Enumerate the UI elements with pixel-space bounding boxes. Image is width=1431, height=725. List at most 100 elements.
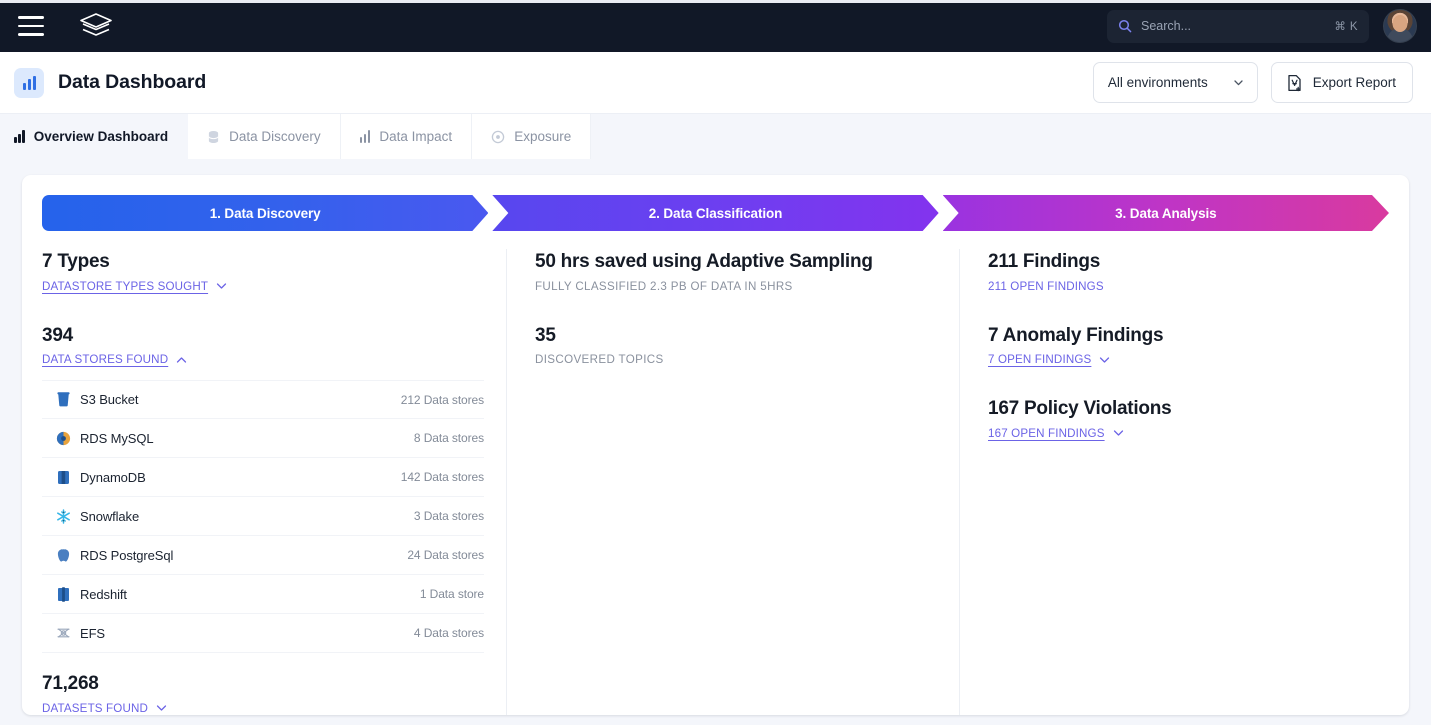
search-icon [1118,19,1132,33]
pipeline-stepper: 1. Data Discovery 2. Data Classification… [42,195,1389,231]
metric-discovered-topics: 35 DISCOVERED TOPICS [535,323,937,367]
data-stores-found-link[interactable]: DATA STORES FOUND [42,353,168,366]
metric-anomaly-findings: 7 Anomaly Findings 7 OPEN FINDINGS [988,323,1367,367]
datastore-types-sought-link[interactable]: DATASTORE TYPES SOUGHT [42,280,208,293]
dashboard-card: 1. Data Discovery 2. Data Classification… [22,175,1409,715]
pipeline-step-data-analysis[interactable]: 3. Data Analysis [943,195,1389,231]
metric-sub-row: FULLY CLASSIFIED 2.3 PB OF DATA IN 5HRS [535,280,937,293]
metric-findings: 211 Findings 211 OPEN FINDINGS [988,249,1367,293]
snowflake-icon [52,509,74,524]
table-row[interactable]: EFS 4 Data stores [42,614,484,654]
export-report-label: Export Report [1312,75,1396,90]
eye-target-icon [491,130,505,143]
metric-value: 35 [535,324,556,346]
datastore-count: 24 Data stores [407,548,484,563]
pipeline-step-data-discovery[interactable]: 1. Data Discovery [42,195,488,231]
rds-mysql-icon [52,431,74,446]
layers-logo-icon[interactable] [78,11,114,41]
metric-sub-row: DISCOVERED TOPICS [535,353,937,366]
chevron-down-icon[interactable] [1099,356,1110,364]
pipeline-step-label: 1. Data Discovery [209,205,321,221]
metric-value: 71,268 [42,673,99,695]
environment-select-value: All environments [1107,75,1208,90]
datastore-name: Redshift [80,586,127,602]
tab-data-impact[interactable]: Data Impact [340,114,473,159]
open-findings-link[interactable]: 211 OPEN FINDINGS [988,280,1104,293]
metric-hours-saved: 50 hrs saved using Adaptive Sampling FUL… [535,249,937,293]
metric-value: 394 [42,324,73,346]
tab-label: Overview Dashboard [33,129,169,144]
metric-link-row[interactable]: DATASETS FOUND [42,702,484,715]
tab-label: Data Discovery [229,129,321,144]
datasets-found-link[interactable]: DATASETS FOUND [42,702,148,715]
metric-subtitle: FULLY CLASSIFIED 2.3 PB OF DATA IN 5HRS [535,279,793,293]
user-avatar[interactable] [1383,9,1417,43]
tab-bar: Overview Dashboard Data Discovery Data I… [0,114,1431,159]
dynamodb-icon [52,470,74,485]
pipeline-step-label: 3. Data Analysis [1115,205,1217,221]
metric-value: 50 hrs saved using Adaptive Sampling [535,251,873,272]
hamburger-menu-icon[interactable] [18,16,44,36]
s3-bucket-icon [52,392,74,407]
metric-value: 167 Policy Violations [988,398,1172,420]
pipeline-step-data-classification[interactable]: 2. Data Classification [492,195,938,231]
environment-select[interactable]: All environments [1092,62,1258,103]
rds-postgres-icon [52,548,74,563]
metric-datasets-found: 71,268 DATASETS FOUND [42,671,484,715]
anomaly-open-findings-link[interactable]: 7 OPEN FINDINGS [988,353,1091,366]
bar-chart-icon [14,67,44,98]
tab-data-discovery[interactable]: Data Discovery [188,114,341,159]
global-search-box[interactable]: ⌘ K [1107,9,1369,43]
metric-link-row[interactable]: 167 OPEN FINDINGS [988,427,1367,440]
tab-label: Data Impact [379,129,453,144]
page-title-group: Data Dashboard [14,67,207,98]
export-report-button[interactable]: Export Report [1270,62,1413,103]
chevron-down-icon[interactable] [216,282,227,290]
tab-overview-dashboard[interactable]: Overview Dashboard [0,114,189,159]
datastore-count: 212 Data stores [400,392,484,407]
datastore-count: 3 Data stores [413,509,484,524]
table-row[interactable]: RDS PostgreSql 24 Data stores [42,536,484,576]
datastore-count: 4 Data stores [413,626,484,641]
datastore-list: S3 Bucket 212 Data stores RDS MySQL 8 Da… [42,380,484,654]
dashboard-columns: 7 Types DATASTORE TYPES SOUGHT 394 DATA … [42,249,1389,715]
datastore-name: S3 Bucket [80,392,139,408]
tab-exposure[interactable]: Exposure [472,114,592,159]
table-row[interactable]: S3 Bucket 212 Data stores [42,380,484,420]
tab-label: Exposure [514,129,572,144]
metric-link-row[interactable]: 7 OPEN FINDINGS [988,353,1367,366]
chevron-down-icon[interactable] [156,704,167,712]
metric-datastore-types: 7 Types DATASTORE TYPES SOUGHT [42,249,484,293]
column-data-analysis: 211 Findings 211 OPEN FINDINGS 7 Anomaly… [959,249,1389,715]
datastore-name: RDS PostgreSql [80,547,174,563]
page-header: Data Dashboard All environments Export R… [0,52,1431,114]
table-row[interactable]: DynamoDB 142 Data stores [42,458,484,498]
chevron-down-icon [1234,80,1243,86]
search-shortcut-hint: ⌘ K [1334,21,1358,33]
table-row[interactable]: Snowflake 3 Data stores [42,497,484,537]
metric-value: 7 Anomaly Findings [988,324,1164,346]
page-title: Data Dashboard [58,71,207,93]
chevron-down-icon[interactable] [1113,429,1124,437]
datastore-name: DynamoDB [80,469,146,485]
metric-link-row[interactable]: DATASTORE TYPES SOUGHT [42,280,484,293]
efs-icon [52,626,74,640]
metric-value: 211 Findings [988,251,1101,272]
policy-open-findings-link[interactable]: 167 OPEN FINDINGS [988,427,1105,440]
metric-link-row[interactable]: DATA STORES FOUND [42,353,484,366]
datastore-name: EFS [80,625,105,641]
datastore-name: RDS MySQL [80,430,154,446]
chevron-up-icon[interactable] [176,356,187,364]
pipeline-step-label: 2. Data Classification [648,205,783,221]
metric-link-row[interactable]: 211 OPEN FINDINGS [988,280,1367,293]
search-input[interactable] [1141,19,1326,33]
table-row[interactable]: Redshift 1 Data store [42,575,484,615]
metric-value: 7 Types [42,251,110,272]
datastore-count: 1 Data store [419,587,484,602]
metric-subtitle: DISCOVERED TOPICS [535,353,664,367]
table-row[interactable]: RDS MySQL 8 Data stores [42,419,484,459]
datastore-count: 8 Data stores [413,431,484,446]
